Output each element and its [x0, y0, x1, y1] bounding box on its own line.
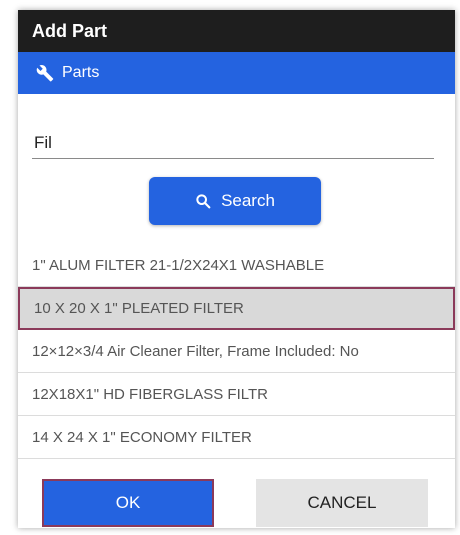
list-item[interactable]: 14 X 24 X 1" ECONOMY FILTER: [18, 416, 455, 459]
parts-section-header: Parts: [18, 52, 455, 94]
list-item[interactable]: 1" ALUM FILTER 21-1/2X24X1 WASHABLE: [18, 244, 455, 287]
list-item-label: 1" ALUM FILTER 21-1/2X24X1 WASHABLE: [32, 256, 325, 274]
parts-section-label: Parts: [62, 64, 100, 81]
list-item-label: 12X18X1" HD FIBERGLASS FILTR: [32, 385, 268, 403]
screen: Add Part Parts Search 1" ALUM FILTER 21-…: [0, 0, 460, 535]
list-item[interactable]: 12×12×3/4 Air Cleaner Filter, Frame Incl…: [18, 330, 455, 373]
dialog-footer: OK CANCEL: [18, 466, 455, 528]
list-item-selected[interactable]: 10 X 20 X 1" PLEATED FILTER: [18, 287, 455, 330]
part-search-input[interactable]: [32, 128, 434, 159]
wrench-icon: [36, 64, 54, 82]
cancel-button[interactable]: CANCEL: [256, 479, 428, 527]
list-item-label: 12×12×3/4 Air Cleaner Filter, Frame Incl…: [32, 342, 359, 360]
search-button-label: Search: [221, 191, 275, 210]
ok-button[interactable]: OK: [42, 479, 214, 527]
list-item[interactable]: 12X18X1" HD FIBERGLASS FILTR: [18, 373, 455, 416]
search-icon: [195, 193, 211, 209]
dialog-title: Add Part: [18, 10, 455, 52]
add-part-dialog: Add Part Parts Search 1" ALUM FILTER 21-…: [18, 10, 455, 528]
results-list: 1" ALUM FILTER 21-1/2X24X1 WASHABLE 10 X…: [18, 244, 455, 464]
list-item-label: 14 X 24 X 1" ECONOMY FILTER: [32, 428, 252, 446]
list-item-label: 10 X 20 X 1" PLEATED FILTER: [34, 300, 244, 317]
search-button[interactable]: Search: [149, 177, 321, 225]
